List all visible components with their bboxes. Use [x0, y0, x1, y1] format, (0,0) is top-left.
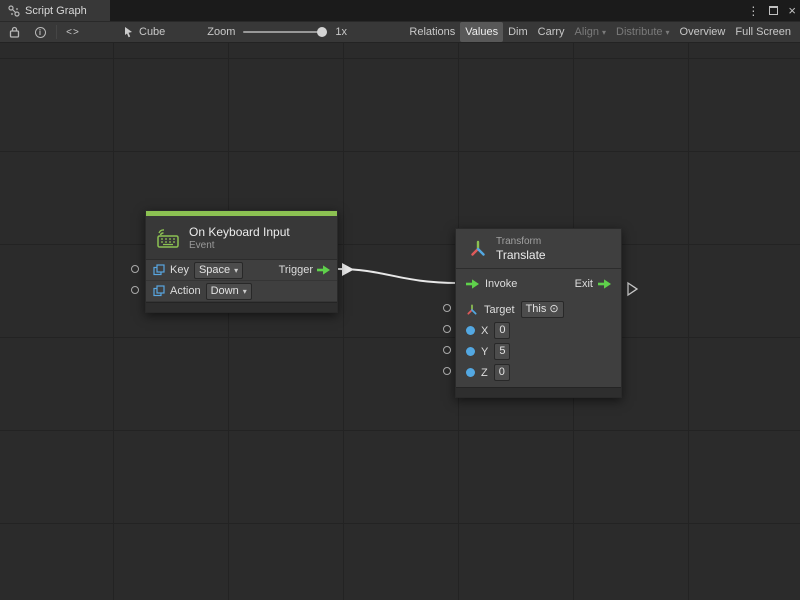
window-menu-icon[interactable]: ⋮: [747, 4, 759, 18]
node-on-keyboard-input[interactable]: On Keyboard Input Event Key Space ▾ Trig…: [145, 210, 338, 313]
action-row: Action Down ▾: [146, 281, 337, 302]
target-value-field[interactable]: This ⊙: [521, 301, 564, 318]
object-picker-icon[interactable]: ⊙: [549, 302, 558, 317]
dim-button[interactable]: Dim: [503, 22, 533, 42]
node-footer: [146, 302, 337, 312]
maximize-icon[interactable]: [769, 6, 778, 15]
transform-mini-icon: [466, 304, 478, 316]
zoom-value: 1x: [335, 26, 347, 38]
target-object-label: Cube: [139, 26, 165, 38]
align-button[interactable]: Align ▾: [570, 22, 611, 42]
keyboard-icon: [156, 228, 180, 248]
continue-triangle-icon[interactable]: [628, 283, 637, 295]
target-row: Target This ⊙: [456, 299, 621, 320]
key-label: Key: [170, 264, 189, 276]
invoke-input-port-icon[interactable]: [466, 279, 479, 289]
distribute-button[interactable]: Distribute ▾: [611, 22, 674, 42]
chevron-down-icon: ▾: [243, 284, 247, 299]
relations-button[interactable]: Relations: [404, 22, 460, 42]
script-graph-icon: [8, 5, 20, 17]
zoom-label: Zoom: [207, 26, 235, 38]
tab-script-graph[interactable]: Script Graph: [0, 0, 110, 21]
x-row: X 0: [456, 320, 621, 341]
connection-arrow-icon: [342, 263, 354, 276]
x-value-field[interactable]: 0: [494, 322, 510, 339]
y-label: Y: [481, 346, 488, 358]
y-value-field[interactable]: 5: [494, 343, 510, 360]
action-label: Action: [170, 285, 201, 297]
cursor-icon: [123, 26, 134, 38]
code-preview-icon[interactable]: <>: [63, 23, 83, 41]
invoke-label: Invoke: [485, 278, 517, 290]
z-label: Z: [481, 367, 488, 379]
action-input-port[interactable]: [131, 286, 139, 294]
x-label: X: [481, 325, 488, 337]
lock-icon[interactable]: [4, 23, 24, 41]
zoom-slider[interactable]: [243, 26, 327, 38]
toolbar-divider: [56, 25, 57, 39]
z-value-field[interactable]: 0: [494, 364, 510, 381]
full-screen-button[interactable]: Full Screen: [730, 22, 796, 42]
overview-button[interactable]: Overview: [675, 22, 731, 42]
float-type-icon: [466, 347, 475, 356]
graph-canvas[interactable]: On Keyboard Input Event Key Space ▾ Trig…: [0, 43, 800, 600]
node-subtitle: Event: [189, 240, 290, 251]
title-bar: Script Graph ⋮ ×: [0, 0, 800, 21]
toolbar-buttons: Relations Values Dim Carry Align ▾ Distr…: [404, 21, 796, 43]
target-object[interactable]: Cube: [123, 26, 165, 38]
action-dropdown[interactable]: Down ▾: [206, 283, 252, 300]
tab-title: Script Graph: [25, 5, 87, 17]
x-input-port[interactable]: [443, 325, 451, 333]
values-button[interactable]: Values: [460, 22, 503, 42]
y-row: Y 5: [456, 341, 621, 362]
close-icon[interactable]: ×: [788, 4, 796, 17]
node-header[interactable]: Transform Translate: [456, 229, 621, 269]
value-type-icon: [153, 285, 165, 297]
chevron-down-icon: ▾: [234, 263, 238, 278]
key-input-port[interactable]: [131, 265, 139, 273]
connection-layer: [0, 43, 800, 600]
node-title: Translate: [496, 248, 546, 262]
node-translate[interactable]: Transform Translate Invoke Exit: [455, 228, 622, 398]
z-row: Z 0: [456, 362, 621, 383]
target-label: Target: [484, 304, 515, 316]
trigger-output-port-icon[interactable]: [317, 265, 330, 275]
value-type-icon: [153, 264, 165, 276]
float-type-icon: [466, 326, 475, 335]
key-row: Key Space ▾ Trigger: [146, 260, 337, 281]
info-icon[interactable]: i: [30, 23, 50, 41]
node-category: Transform: [496, 236, 546, 247]
target-input-port[interactable]: [443, 304, 451, 312]
chevron-down-icon: ▾: [602, 28, 606, 37]
node-footer: [456, 387, 621, 397]
zoom-slider-track[interactable]: [243, 31, 327, 33]
trigger-label: Trigger: [279, 264, 313, 276]
transform-icon: [469, 240, 487, 258]
chevron-down-icon: ▾: [666, 28, 670, 37]
y-input-port[interactable]: [443, 346, 451, 354]
zoom-control: Zoom 1x: [207, 26, 347, 38]
carry-button[interactable]: Carry: [533, 22, 570, 42]
exit-label: Exit: [575, 278, 593, 290]
key-dropdown[interactable]: Space ▾: [194, 262, 243, 279]
connection-wire[interactable]: [338, 269, 458, 283]
flow-row: Invoke Exit: [456, 269, 621, 299]
z-input-port[interactable]: [443, 367, 451, 375]
node-title: On Keyboard Input: [189, 225, 290, 239]
zoom-slider-handle[interactable]: [317, 27, 327, 37]
graph-toolbar: i <> Cube Zoom 1x Relations Values Dim C…: [0, 21, 800, 43]
exit-output-port-icon[interactable]: [598, 279, 611, 289]
float-type-icon: [466, 368, 475, 377]
node-header[interactable]: On Keyboard Input Event: [146, 216, 337, 260]
